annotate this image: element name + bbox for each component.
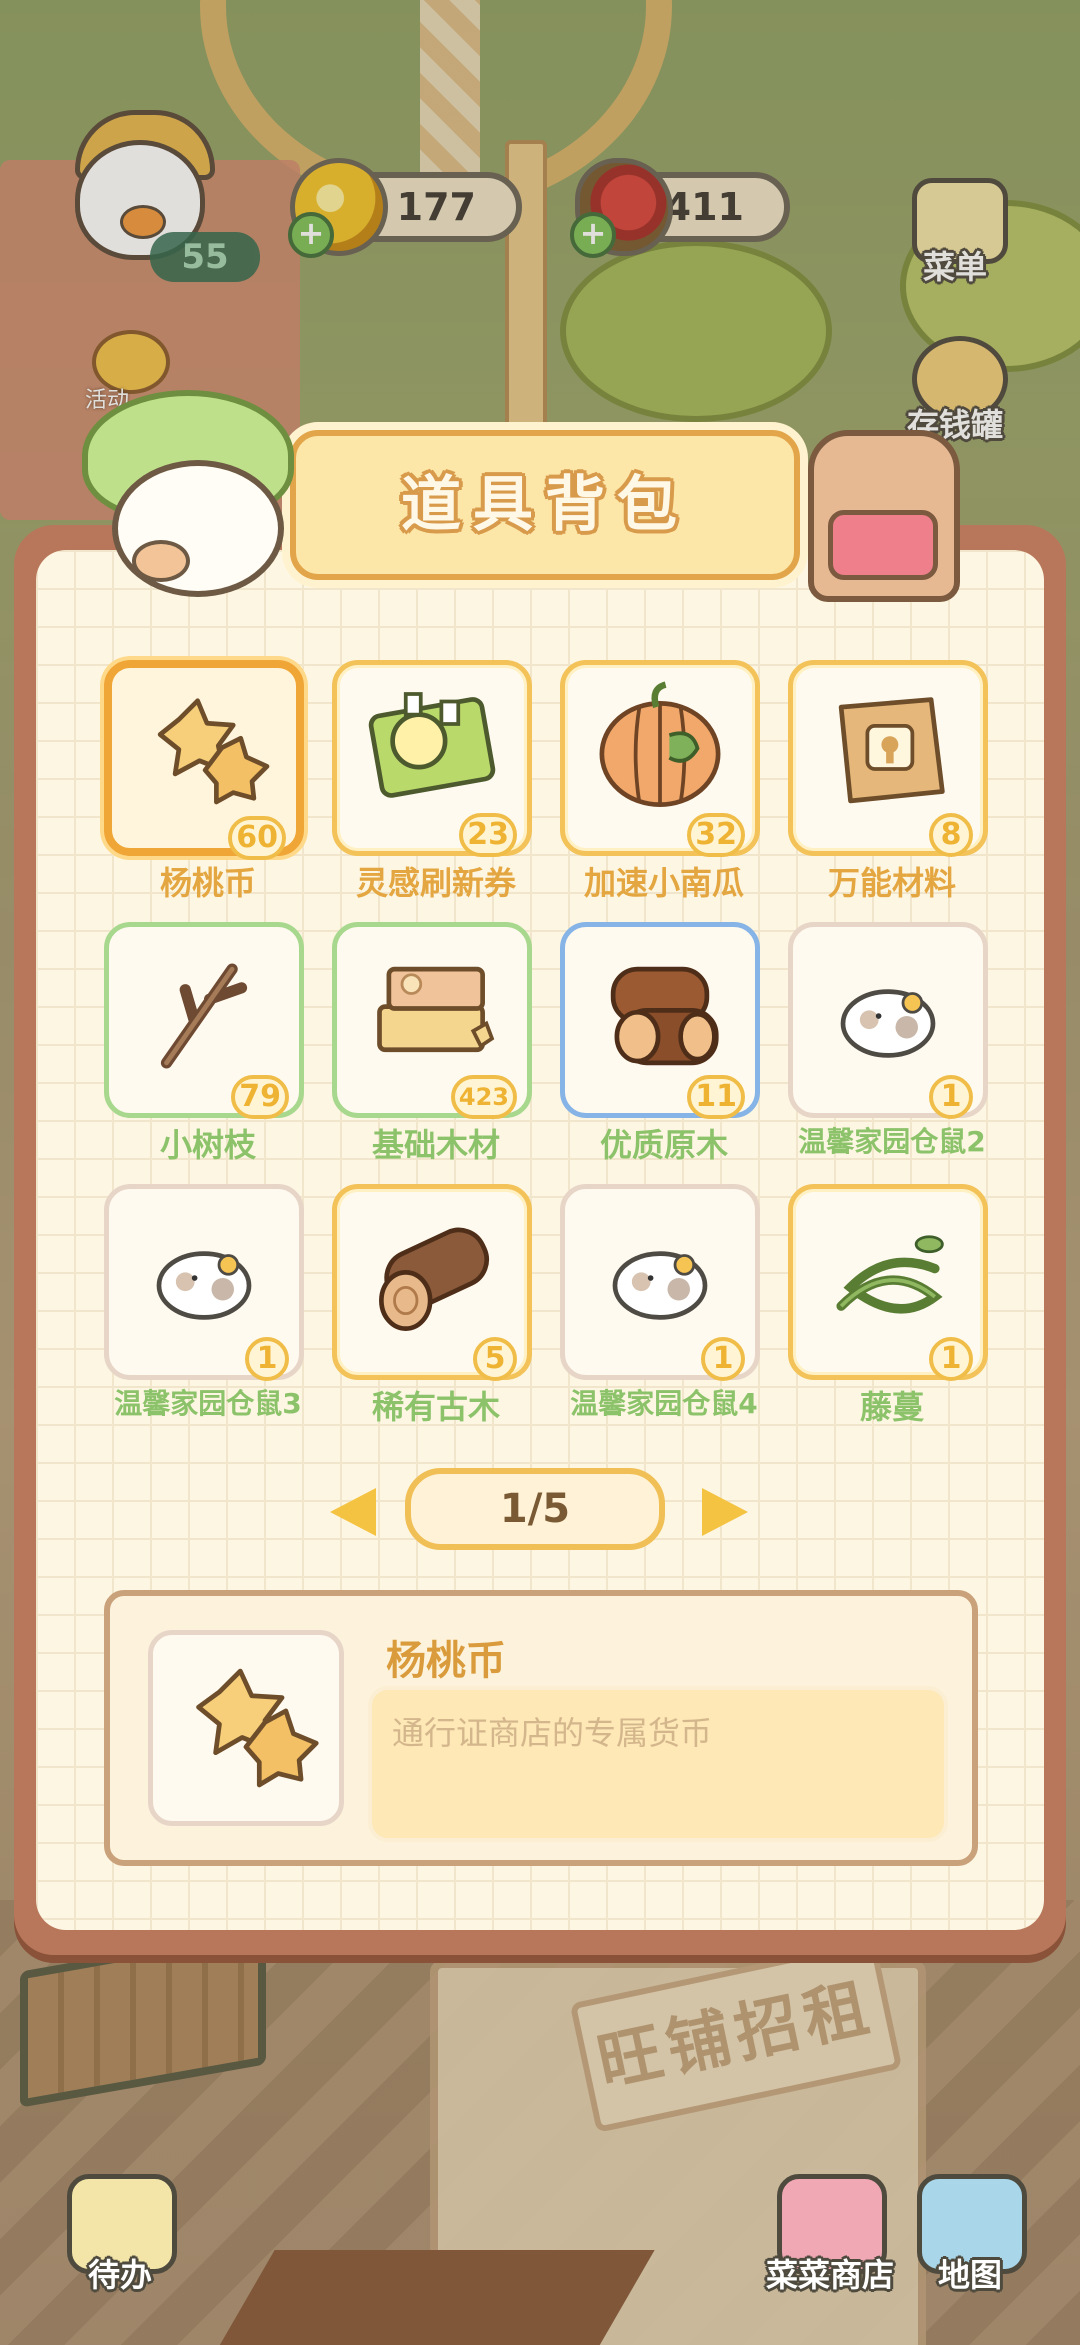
- item-count-badge: 11: [687, 1075, 745, 1119]
- todo-label: 待办: [87, 2256, 152, 2294]
- hamster-icon: [612, 1251, 708, 1320]
- detail-item-name: 杨桃币: [386, 1638, 506, 1684]
- inspiration-ticket-icon: [368, 692, 496, 798]
- page-indicator: 1/5: [405, 1468, 665, 1550]
- item-name: 温馨家园仓鼠2: [798, 1125, 986, 1158]
- pumpkin-icon: [599, 681, 721, 807]
- item-slot[interactable]: 1: [788, 922, 988, 1119]
- item-count-badge: 1: [701, 1337, 745, 1381]
- hamster-icon: [840, 989, 936, 1058]
- item-name: 小树枝: [159, 1126, 256, 1164]
- item-count-badge: 32: [687, 813, 745, 857]
- item-slot[interactable]: 423: [332, 922, 532, 1119]
- item-count-badge: 8: [929, 813, 973, 857]
- item-count-badge: 23: [459, 813, 517, 857]
- item-slot[interactable]: 1: [788, 1184, 988, 1381]
- item-name: 基础木材: [371, 1126, 500, 1164]
- hamster-icon: [156, 1251, 252, 1320]
- item-count-badge: 423: [450, 1075, 517, 1119]
- ancient-log-icon: [379, 1227, 490, 1331]
- item-name: 灵感刷新券: [355, 864, 516, 902]
- cabbage-mascot-icon: [72, 390, 294, 597]
- item-slot[interactable]: 79: [104, 922, 304, 1119]
- item-count-badge: 5: [473, 1337, 517, 1381]
- wood-plank-icon: [377, 966, 495, 1053]
- star-fruit-coin-icon: [157, 698, 270, 805]
- mascot-nose: [132, 540, 190, 582]
- map-button[interactable]: 地图: [905, 2170, 1035, 2300]
- item-slot[interactable]: 23: [332, 660, 532, 857]
- panel-title: 道具背包: [401, 470, 689, 540]
- star-fruit-coin-icon: [196, 1668, 319, 1788]
- mascot-body: [112, 460, 284, 597]
- item-slot[interactable]: 1: [104, 1184, 304, 1381]
- item-name: 杨桃币: [159, 864, 256, 902]
- item-name: 加速小南瓜: [583, 864, 744, 902]
- next-page-arrow-icon[interactable]: [702, 1488, 748, 1536]
- vegetable-shop-button[interactable]: 菜菜商店: [765, 2170, 895, 2300]
- item-slot[interactable]: 1: [560, 1184, 760, 1381]
- item-name: 优质原木: [599, 1126, 728, 1164]
- item-count-badge: 60: [228, 816, 286, 860]
- vine-icon: [836, 1235, 944, 1314]
- detail-item-description: 通行证商店的专属货币: [368, 1686, 948, 1842]
- item-name: 温馨家园仓鼠3: [114, 1387, 302, 1420]
- item-name: 藤蔓: [859, 1388, 924, 1426]
- twig-icon: [160, 963, 248, 1069]
- detail-item-slot: [148, 1630, 344, 1826]
- item-count-badge: 1: [929, 1337, 973, 1381]
- item-slot[interactable]: 5: [332, 1184, 532, 1381]
- backpack-pocket: [828, 510, 938, 580]
- title-banner: 道具背包: [290, 430, 800, 580]
- map-label: 地图: [937, 2256, 1002, 2294]
- item-slot[interactable]: 32: [560, 660, 760, 857]
- backpack-icon: [798, 410, 968, 602]
- item-count-badge: 1: [929, 1075, 973, 1119]
- item-name: 温馨家园仓鼠4: [570, 1387, 758, 1420]
- prev-page-arrow-icon[interactable]: [330, 1488, 376, 1536]
- todo-button[interactable]: 待办: [55, 2170, 185, 2300]
- item-name: 万能材料: [827, 864, 956, 902]
- item-slot[interactable]: 11: [560, 922, 760, 1119]
- item-slot[interactable]: 60: [104, 660, 304, 860]
- log-icon: [610, 966, 719, 1066]
- item-slot[interactable]: 8: [788, 660, 988, 857]
- item-name: 稀有古木: [371, 1388, 500, 1426]
- material-bag-icon: [838, 697, 945, 804]
- item-count-badge: 1: [245, 1337, 289, 1381]
- item-count-badge: 79: [231, 1075, 289, 1119]
- item-detail-box: 杨桃币 通行证商店的专属货币: [104, 1590, 978, 1866]
